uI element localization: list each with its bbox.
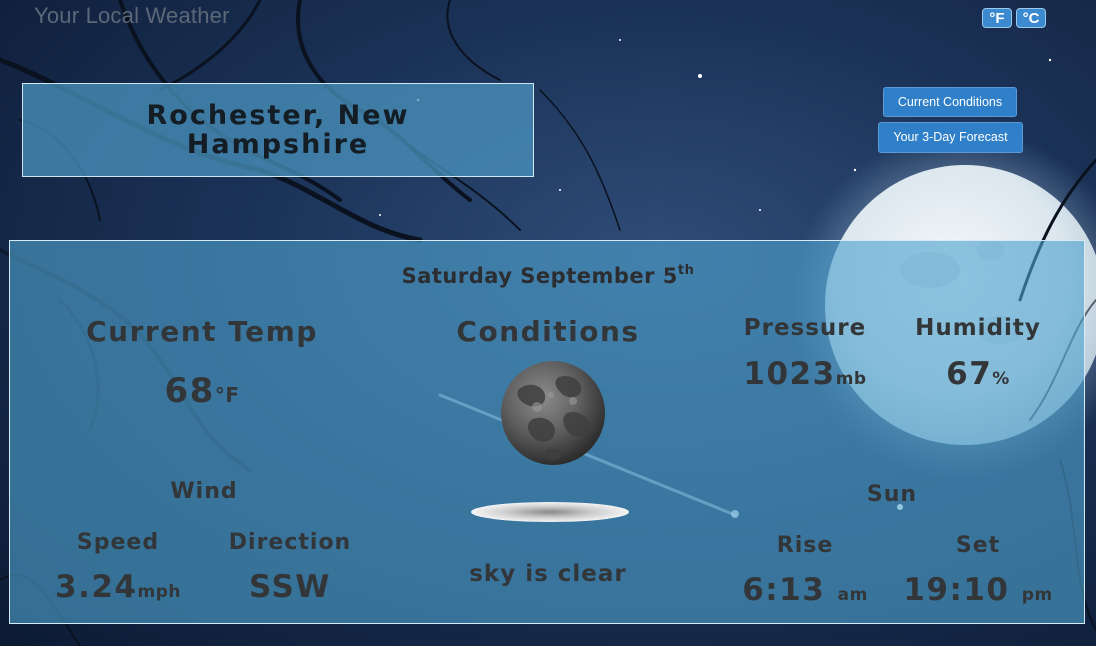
sunset-value: 19:10 [903, 572, 1010, 608]
unit-toggle: °F °C [982, 8, 1046, 28]
temperature-value: 68 [164, 371, 215, 411]
location-box: Rochester, New Hampshire [22, 83, 534, 177]
forecast-button[interactable]: Your 3-Day Forecast [878, 122, 1023, 153]
conditions-heading: Conditions [456, 315, 640, 348]
app-title: Your Local Weather [34, 3, 230, 28]
temperature-heading: Current Temp [86, 315, 318, 348]
wind-speed-label: Speed [76, 530, 160, 555]
wind-direction-label: Direction [228, 530, 352, 555]
date-suffix: th [677, 263, 695, 278]
pressure-value: 1023 [743, 356, 836, 392]
wind-heading: Wind [170, 479, 238, 504]
celsius-button[interactable]: °C [1016, 8, 1046, 28]
wind-speed-unit: mph [137, 582, 181, 602]
wind-speed-readout: 3.24mph [38, 569, 198, 605]
sun-heading: Sun [866, 482, 918, 507]
sunrise-label: Rise [776, 533, 834, 558]
sunset-readout: 19:10 pm [892, 572, 1064, 608]
icon-shadow [471, 502, 629, 522]
weather-panel: Saturday September 5th Current Temp 68°F… [9, 240, 1085, 624]
location-name: Rochester, New Hampshire [146, 100, 410, 160]
sunrise-readout: 6:13 am [725, 572, 885, 608]
pressure-unit: mb [835, 369, 867, 389]
night-moon-icon [501, 361, 605, 465]
sunset-label: Set [955, 533, 1001, 558]
humidity-value: 67 [946, 356, 993, 392]
date-text: Saturday September 5 [401, 264, 678, 288]
fahrenheit-button[interactable]: °F [982, 8, 1012, 28]
wind-direction-value: SSW [249, 569, 331, 605]
date-heading: Saturday September 5th [10, 263, 1086, 288]
humidity-unit: % [992, 369, 1010, 389]
humidity-readout: 67% [898, 356, 1058, 392]
humidity-heading: Humidity [915, 315, 1041, 341]
sunrise-value: 6:13 [742, 572, 826, 608]
wind-speed-value: 3.24 [55, 569, 138, 605]
conditions-description: sky is clear [469, 561, 627, 587]
pressure-readout: 1023mb [725, 356, 885, 392]
pressure-heading: Pressure [743, 315, 867, 341]
sunset-suffix: pm [1021, 585, 1053, 605]
temperature-unit: °F [214, 383, 240, 407]
current-conditions-button[interactable]: Current Conditions [883, 87, 1017, 117]
sunrise-suffix: am [837, 585, 868, 605]
temperature-readout: 68°F [102, 371, 302, 411]
